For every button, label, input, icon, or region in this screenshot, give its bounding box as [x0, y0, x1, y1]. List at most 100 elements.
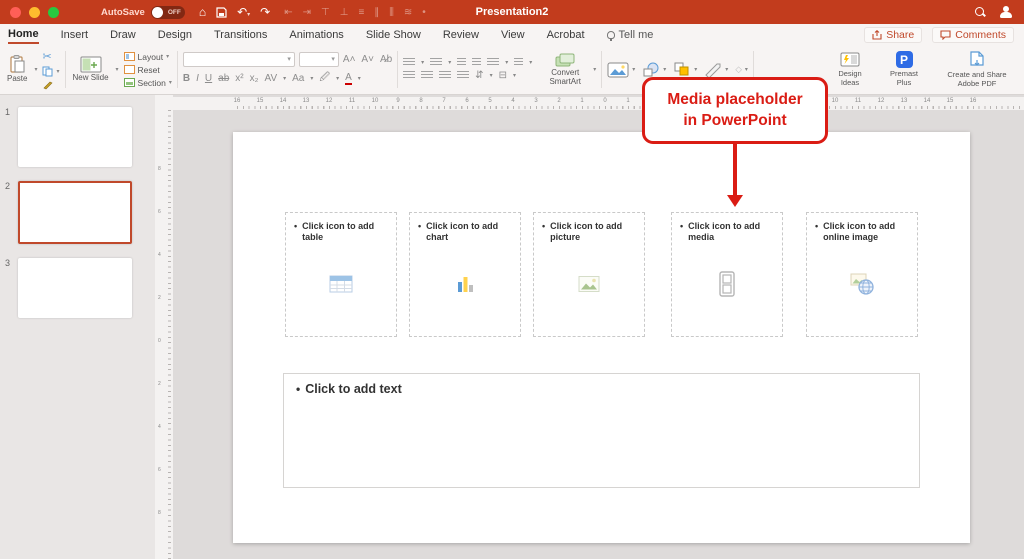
section-button[interactable]: Section ▾ [124, 78, 172, 88]
ruler-number: 2 [158, 381, 161, 387]
quick-styles-button[interactable]: ▾ [704, 62, 728, 77]
increase-font-icon[interactable]: A˄ [343, 54, 356, 65]
italic-button[interactable]: I [196, 73, 199, 84]
tab-design[interactable]: Design [158, 26, 192, 43]
align-center-button[interactable] [421, 71, 433, 80]
close-window-button[interactable] [10, 7, 21, 18]
tab-insert[interactable]: Insert [61, 26, 89, 43]
text-direction-button[interactable]: ⇵ [475, 70, 483, 81]
design-ideas-button[interactable]: Design Ideas [827, 51, 873, 87]
share-button[interactable]: Share [864, 27, 922, 43]
insert-picture-button[interactable]: ▾ [607, 62, 635, 78]
tab-review[interactable]: Review [443, 26, 479, 43]
chart-icon[interactable] [455, 275, 475, 293]
align-text-button[interactable]: ⊟ [499, 70, 507, 81]
save-icon[interactable] [216, 7, 227, 18]
font-name-select[interactable] [183, 52, 295, 67]
tab-draw[interactable]: Draw [110, 26, 136, 43]
format-painter-button[interactable] [42, 80, 59, 90]
tab-animations[interactable]: Animations [289, 26, 343, 43]
change-case-button[interactable]: Aa [292, 73, 304, 84]
autosave-state: OFF [168, 9, 181, 16]
character-spacing-button[interactable]: AV [265, 73, 278, 84]
clear-formatting-icon[interactable]: A̷b [380, 54, 392, 65]
font-color-button[interactable]: A [345, 72, 352, 85]
online-image-placeholder[interactable]: • Click icon to add online image [806, 212, 918, 337]
lightbulb-icon [607, 31, 615, 39]
ruler-number: 4 [511, 98, 514, 104]
picture-placeholder[interactable]: • Click icon to add picture [533, 212, 645, 337]
paste-button[interactable]: Paste [5, 55, 29, 84]
ruler-number: 14 [280, 98, 287, 104]
layout-label: Layout [138, 52, 164, 62]
ruler-number: 11 [349, 98, 355, 104]
align-left-button[interactable] [403, 71, 415, 80]
align-right-button[interactable] [439, 71, 451, 80]
chart-placeholder[interactable]: • Click icon to add chart [409, 212, 521, 337]
slide-thumbnail-3[interactable] [18, 258, 132, 318]
new-slide-dropdown[interactable]: ▾ [116, 66, 119, 73]
arrange-button[interactable]: ▾ [673, 61, 697, 78]
bullets-button[interactable] [403, 58, 415, 67]
layout-button[interactable]: Layout ▾ [124, 52, 172, 62]
account-avatar[interactable] [999, 6, 1012, 18]
zoom-window-button[interactable] [48, 7, 59, 18]
columns-button[interactable] [514, 58, 523, 67]
cut-button[interactable]: ✂ [42, 50, 59, 63]
decrease-indent-button[interactable] [457, 58, 466, 67]
justify-button[interactable] [457, 71, 469, 80]
table-icon[interactable] [329, 275, 353, 293]
tell-me-search[interactable]: Tell me [607, 29, 654, 41]
bold-button[interactable]: B [183, 73, 190, 84]
underline-button[interactable]: U [205, 73, 212, 84]
tab-view[interactable]: View [501, 26, 525, 43]
tab-acrobat[interactable]: Acrobat [547, 26, 585, 43]
shape-fill-button[interactable]: ◇▾ [735, 64, 748, 75]
adobe-pdf-button[interactable]: Create and Share Adobe PDF [935, 51, 1019, 88]
paste-dropdown[interactable]: ▾ [34, 66, 37, 73]
ruler-number: 9 [396, 98, 399, 104]
media-icon[interactable] [719, 271, 735, 297]
undo-button[interactable]: ↶▾ [237, 6, 250, 18]
redo-button[interactable]: ↷ [260, 6, 270, 18]
callout-line1: Media placeholder [667, 90, 802, 110]
copy-button[interactable]: ▾ [42, 66, 59, 77]
ruler-number: 5 [488, 98, 491, 104]
shapes-button[interactable]: ▾ [642, 62, 666, 77]
subscript-button[interactable]: x₂ [250, 73, 259, 84]
numbering-button[interactable] [430, 58, 442, 67]
table-placeholder[interactable]: • Click icon to add table [285, 212, 397, 337]
superscript-button[interactable]: x² [235, 73, 243, 84]
premast-plus-button[interactable]: P Premast Plus [878, 51, 930, 87]
increase-indent-button[interactable] [472, 58, 481, 67]
design-ideas-icon [840, 51, 860, 68]
strikethrough-button[interactable]: ab [218, 73, 229, 84]
decrease-font-icon[interactable]: A˅ [361, 54, 374, 65]
autosave-switch[interactable]: OFF [151, 6, 185, 19]
picture-icon[interactable] [578, 276, 600, 293]
ribbon-tab-bar: Home Insert Draw Design Transitions Anim… [0, 24, 1024, 45]
quick-styles-icon [704, 62, 722, 77]
autosave-toggle[interactable]: AutoSave OFF [101, 6, 185, 19]
slide-thumbnail-2[interactable] [18, 181, 132, 244]
line-spacing-button[interactable] [487, 58, 499, 67]
tab-transitions[interactable]: Transitions [214, 26, 267, 43]
convert-smartart-button[interactable]: Convert SmartArt [542, 53, 588, 87]
new-slide-button[interactable]: New Slide [71, 56, 111, 83]
comments-button[interactable]: Comments [932, 27, 1014, 43]
media-placeholder[interactable]: • Click icon to add media [671, 212, 783, 337]
slide-canvas[interactable]: • Click icon to add table • Click icon t… [233, 132, 970, 543]
tab-slide-show[interactable]: Slide Show [366, 26, 421, 43]
ruler-number: 8 [158, 510, 161, 516]
home-icon[interactable]: ⌂ [199, 6, 206, 18]
slide-thumbnail-1[interactable] [18, 107, 132, 167]
convert-smartart-dropdown[interactable]: ▾ [593, 66, 596, 73]
online-image-icon[interactable] [849, 272, 875, 296]
reset-button[interactable]: Reset [124, 65, 172, 75]
tab-home[interactable]: Home [8, 25, 39, 44]
highlight-color-button[interactable]: 🖉 [319, 70, 330, 87]
search-icon[interactable] [975, 7, 985, 17]
text-placeholder[interactable]: • Click to add text [283, 373, 920, 488]
minimize-window-button[interactable] [29, 7, 40, 18]
font-size-select[interactable] [299, 52, 339, 67]
